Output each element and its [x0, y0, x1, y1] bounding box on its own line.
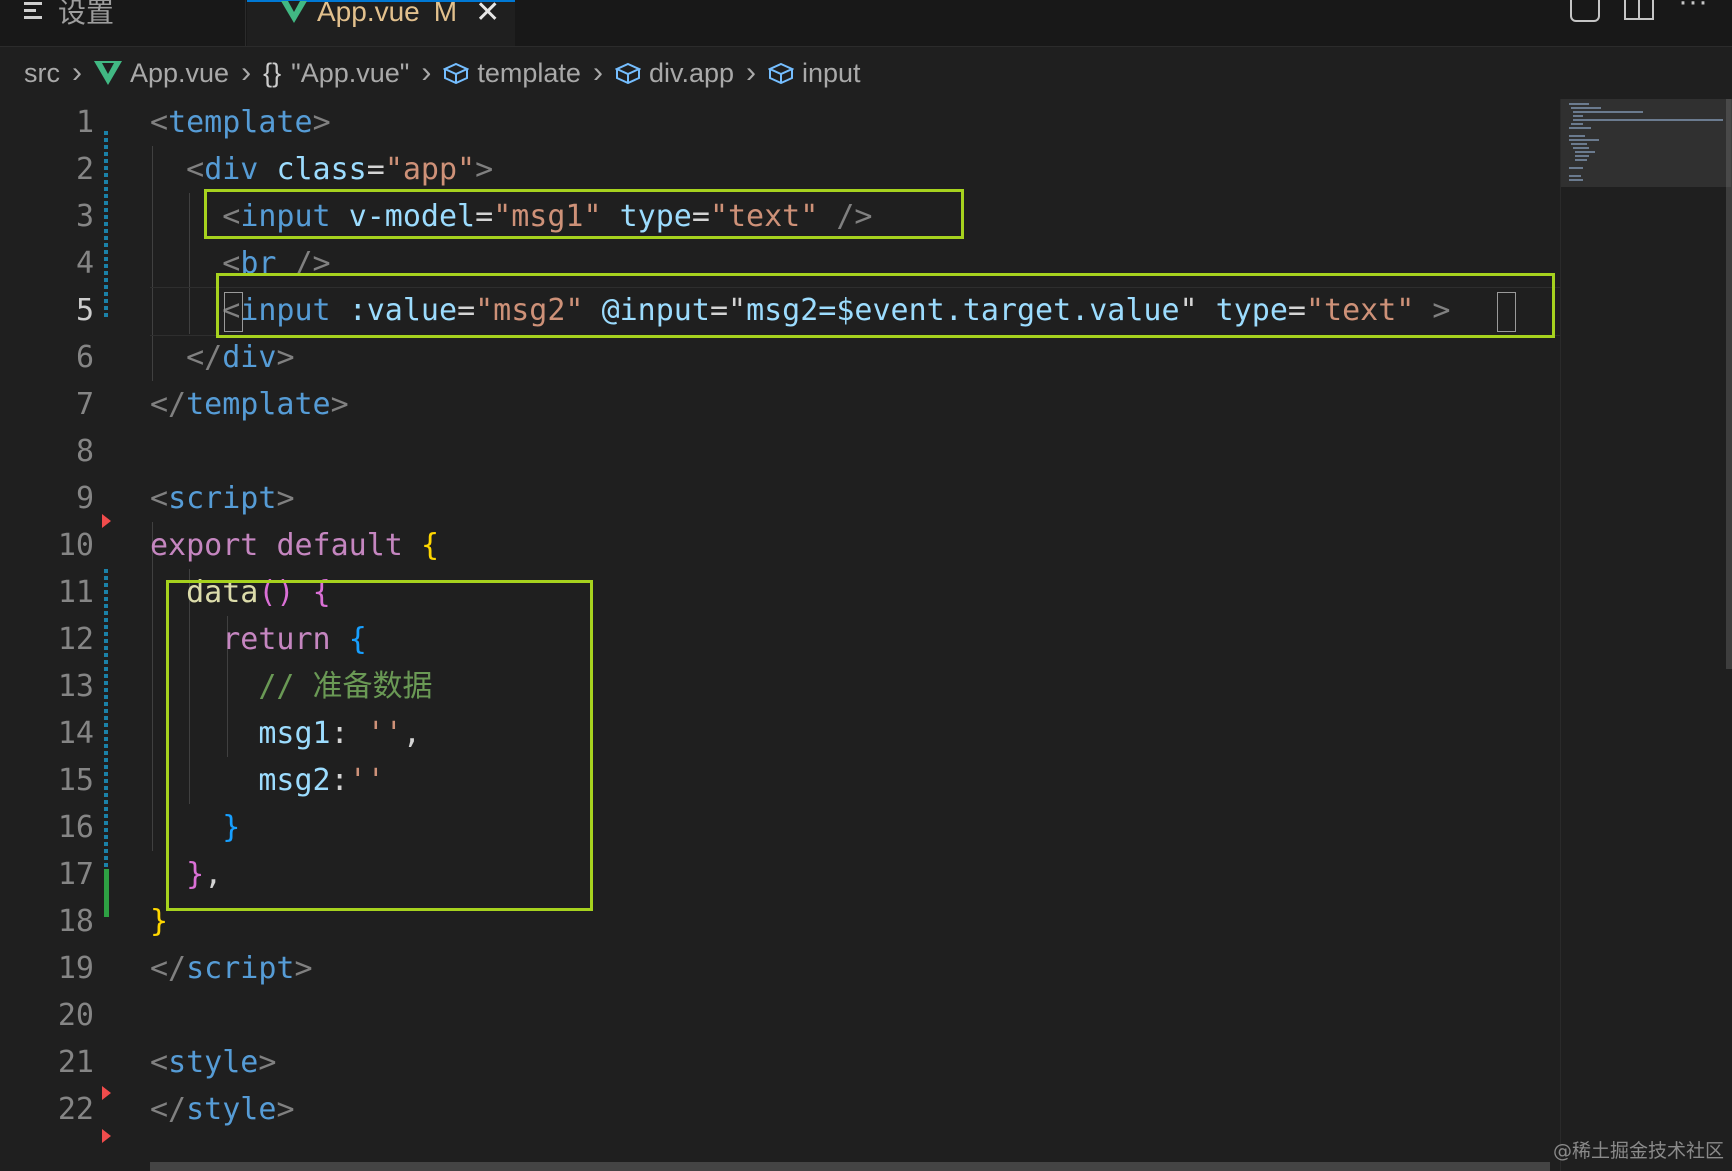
symbol-cube-icon [614, 62, 641, 84]
menu-lines-icon [24, 2, 44, 20]
code-line-3[interactable]: 3 <input v-model="msg1" type="text" /> [0, 193, 1560, 240]
line-number: 5 [75, 293, 94, 328]
tab-settings[interactable]: 设置 [0, 0, 246, 46]
chevron-right-icon: › [746, 56, 756, 89]
code-line-22[interactable]: 22 </style> [0, 1086, 1560, 1133]
tab-app-vue[interactable]: App.vue M ✕ [247, 0, 515, 46]
chevron-right-icon: › [421, 56, 432, 89]
code-line-19[interactable]: 19 </script> [0, 945, 1560, 992]
minimap-line [1569, 127, 1591, 129]
line-number: 10 [57, 528, 94, 563]
code-line-17[interactable]: 17 }, [0, 851, 1560, 898]
minimap-line [1575, 151, 1595, 153]
line-number: 3 [75, 199, 94, 234]
breadcrumb-input[interactable]: input [768, 58, 861, 89]
breadcrumb-app-vue[interactable]: App.vue [94, 58, 229, 89]
minimap-line [1573, 119, 1723, 121]
minimap-line [1571, 143, 1587, 145]
line-number: 21 [57, 1045, 94, 1080]
code-line-4[interactable]: 4 <br /> [0, 240, 1560, 287]
code-line-16[interactable]: 16 } [0, 804, 1560, 851]
tab-bar: 设置 App.vue M ✕ ··· [0, 0, 1732, 47]
minimap-line [1569, 139, 1599, 141]
code-line-9[interactable]: 9 <script> [0, 475, 1560, 522]
minimap-line [1571, 123, 1583, 125]
line-number: 18 [57, 904, 94, 939]
line-number: 6 [75, 340, 94, 375]
minimap-line [1569, 179, 1583, 181]
line-number: 16 [57, 810, 94, 845]
breadcrumb-template[interactable]: template [443, 58, 581, 89]
line-number: 14 [57, 716, 94, 751]
modified-badge: M [433, 0, 458, 27]
minimap-line [1573, 115, 1583, 117]
code-line-1[interactable]: 1 <template> [0, 99, 1560, 146]
compare-changes-icon[interactable] [1570, 0, 1601, 22]
line-number: 9 [75, 481, 94, 516]
line-number: 20 [57, 998, 94, 1033]
minimap-line [1575, 155, 1589, 157]
line-number: 22 [57, 1092, 94, 1127]
tab-settings-label: 设置 [58, 0, 115, 28]
tab-app-vue-label: App.vue [317, 0, 420, 27]
line-number: 19 [57, 951, 94, 986]
bracket-match-close [1497, 292, 1516, 332]
code-line-8[interactable]: 8 [0, 428, 1560, 475]
chevron-right-icon: › [592, 56, 603, 89]
minimap-line [1573, 111, 1643, 113]
minimap-line [1569, 103, 1589, 105]
editor-actions: ··· [1570, 0, 1732, 46]
code-line-18[interactable]: 18 } [0, 898, 1560, 945]
chevron-right-icon: › [72, 56, 82, 89]
line-number: 15 [57, 763, 94, 798]
breadcrumb: src › App.vue › {} "App.vue" › template … [0, 47, 1732, 99]
line-number: 17 [57, 857, 94, 892]
line-number: 4 [75, 246, 94, 281]
split-editor-icon[interactable] [1624, 0, 1655, 20]
breadcrumb-src[interactable]: src [24, 58, 60, 89]
minimap-line [1569, 167, 1583, 169]
code-line-13[interactable]: 13 // 准备数据 [0, 663, 1560, 710]
symbol-cube-icon [768, 62, 794, 84]
bracket-match-open [224, 292, 243, 332]
breadcrumb-app-vue-object[interactable]: {} "App.vue" [263, 58, 409, 89]
line-number: 1 [75, 105, 94, 140]
minimap-line [1575, 159, 1587, 161]
minimap-line [1569, 175, 1581, 177]
line-number: 2 [75, 152, 94, 187]
code-line-10[interactable]: 10 export default { [0, 522, 1560, 569]
code-editor[interactable]: 1 <template> 2 <div class="app"> 3 <inpu… [0, 99, 1560, 1171]
braces-icon: {} [263, 57, 282, 88]
minimap-line [1571, 107, 1601, 109]
code-line-12[interactable]: 12 return { [0, 616, 1560, 663]
code-line-14[interactable]: 14 msg1: '', [0, 710, 1560, 757]
symbol-cube-icon [443, 62, 470, 84]
breadcrumb-div-app[interactable]: div.app [614, 58, 734, 89]
watermark: @稀土掘金技术社区 [1552, 1140, 1724, 1162]
code-line-21[interactable]: 21 <style> [0, 1039, 1560, 1086]
chevron-right-icon: › [241, 56, 252, 89]
line-number: 13 [57, 669, 94, 704]
code-line-11[interactable]: 11 data() { [0, 569, 1560, 616]
vertical-scrollbar[interactable] [1726, 99, 1732, 669]
horizontal-scrollbar[interactable] [150, 1162, 1550, 1171]
minimap-line [1573, 147, 1589, 149]
minimap[interactable] [1560, 99, 1731, 1171]
code-line-2[interactable]: 2 <div class="app"> [0, 146, 1560, 193]
code-line-20[interactable]: 20 [0, 992, 1560, 1039]
line-number: 11 [57, 575, 94, 610]
code-line-15[interactable]: 15 msg2:'' [0, 757, 1560, 804]
vue-logo-icon [281, 1, 307, 23]
close-icon[interactable]: ✕ [475, 0, 500, 30]
code-line-6[interactable]: 6 </div> [0, 334, 1560, 381]
line-number: 8 [75, 434, 94, 469]
line-number: 7 [75, 387, 94, 422]
minimap-line [1569, 135, 1585, 137]
line-number: 12 [57, 622, 94, 657]
code-line-7[interactable]: 7 </template> [0, 381, 1560, 428]
more-actions-icon[interactable]: ··· [1678, 0, 1708, 17]
vue-logo-icon [94, 61, 122, 85]
